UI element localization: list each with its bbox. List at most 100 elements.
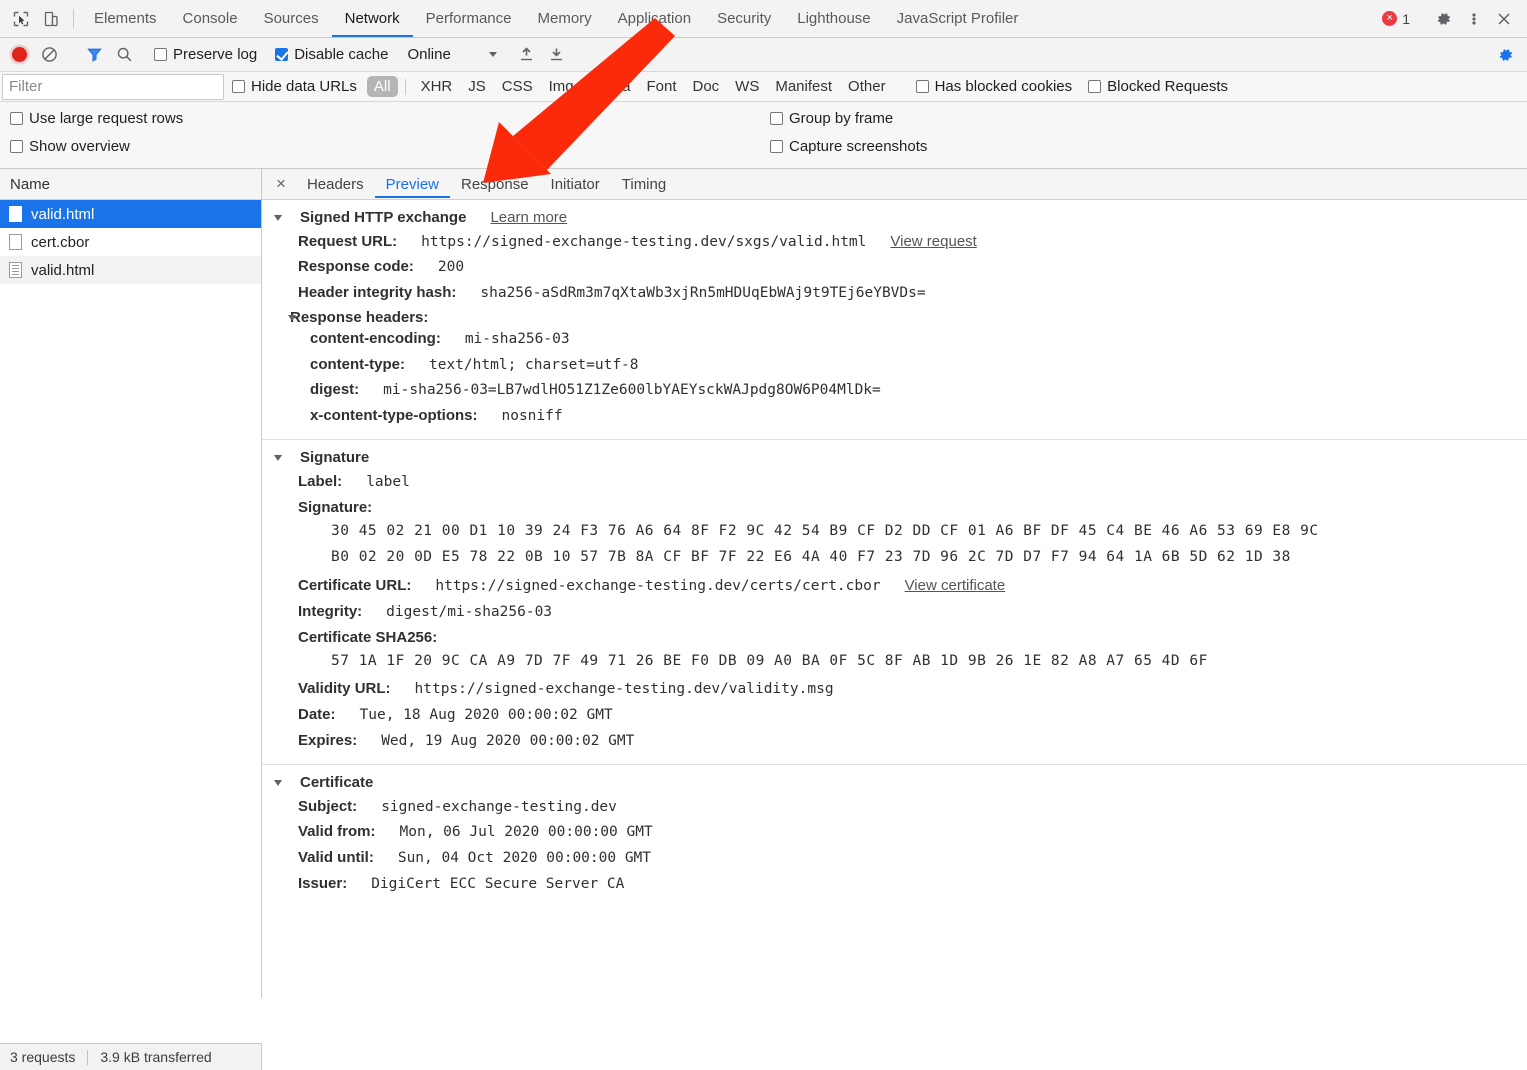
response-header-row: content-encoding: mi-sha256-03: [274, 326, 1527, 352]
chevron-down-icon[interactable]: [274, 780, 282, 786]
filter-funnel-icon[interactable]: [79, 46, 109, 63]
response-code-key: Response code:: [298, 258, 414, 277]
type-filter-js[interactable]: JS: [460, 76, 494, 97]
show-overview-checkbox[interactable]: Show overview: [10, 138, 770, 155]
tab-lighthouse[interactable]: Lighthouse: [784, 0, 883, 37]
type-filter-media[interactable]: Media: [582, 76, 639, 97]
type-filter-css[interactable]: CSS: [494, 76, 541, 97]
chevron-down-icon[interactable]: [274, 215, 282, 221]
blocked-requests-box: [1088, 80, 1101, 93]
table-row[interactable]: valid.html: [0, 256, 261, 284]
disable-cache-checkbox[interactable]: Disable cache: [275, 46, 388, 63]
tab-preview[interactable]: Preview: [375, 171, 450, 198]
close-icon[interactable]: ×: [272, 175, 296, 194]
expires-key: Expires:: [298, 732, 357, 751]
clear-network-log-icon[interactable]: [34, 46, 64, 63]
tab-network[interactable]: Network: [332, 0, 413, 37]
tab-javascript-profiler[interactable]: JavaScript Profiler: [884, 0, 1032, 37]
inspect-element-icon[interactable]: [6, 0, 36, 37]
network-toolbar: Preserve log Disable cache Online: [0, 38, 1527, 72]
tab-application[interactable]: Application: [605, 0, 704, 37]
response-header-row: digest: mi-sha256-03=LB7wdlHO51Z1Ze600lb…: [274, 378, 1527, 404]
filter-row: Hide data URLs All XHR JS CSS Img Media …: [0, 72, 1527, 102]
type-filter-all[interactable]: All: [367, 76, 398, 97]
type-filter-ws[interactable]: WS: [727, 76, 767, 97]
table-row[interactable]: cert.cbor: [0, 228, 261, 256]
tabstrip-right-controls: × 1: [1382, 0, 1527, 37]
use-large-request-rows-checkbox[interactable]: Use large request rows: [10, 110, 770, 127]
section-header: Signature: [274, 449, 1527, 466]
disable-cache-label: Disable cache: [294, 46, 388, 63]
has-blocked-cookies-label: Has blocked cookies: [935, 78, 1073, 95]
learn-more-link[interactable]: Learn more: [490, 209, 567, 226]
validity-url-key: Validity URL:: [298, 680, 391, 699]
issuer-key: Issuer:: [298, 875, 347, 894]
chevron-down-icon[interactable]: [288, 315, 296, 321]
close-icon[interactable]: [1489, 4, 1519, 34]
type-filter-divider: [405, 79, 406, 95]
device-toolbar-icon[interactable]: [36, 0, 66, 37]
group-by-frame-checkbox[interactable]: Group by frame: [770, 110, 927, 127]
type-filter-doc[interactable]: Doc: [684, 76, 727, 97]
transferred-label: 3.9 kB transferred: [100, 1049, 211, 1065]
show-overview-label: Show overview: [29, 138, 130, 155]
filter-input[interactable]: [2, 74, 224, 100]
document-icon: [9, 206, 22, 222]
show-overview-box: [10, 140, 23, 153]
gear-icon[interactable]: [1429, 4, 1459, 34]
request-name: valid.html: [31, 206, 94, 223]
tab-sources[interactable]: Sources: [251, 0, 332, 37]
valid-from-value: Mon, 06 Jul 2020 00:00:00 GMT: [400, 823, 653, 841]
tab-console[interactable]: Console: [170, 0, 251, 37]
request-url-value: https://signed-exchange-testing.dev/sxgs…: [421, 233, 866, 251]
preserve-log-box: [154, 48, 167, 61]
issuer-value: DigiCert ECC Secure Server CA: [371, 875, 624, 893]
error-count-badge[interactable]: × 1: [1382, 11, 1410, 27]
header-name: content-encoding:: [310, 330, 441, 349]
view-request-link[interactable]: View request: [890, 233, 976, 252]
header-value: mi-sha256-03: [465, 330, 570, 348]
disable-cache-box: [275, 48, 288, 61]
tab-memory[interactable]: Memory: [525, 0, 605, 37]
integrity-row: Integrity: digest/mi-sha256-03: [274, 599, 1527, 625]
hide-data-urls-checkbox[interactable]: Hide data URLs: [232, 78, 357, 95]
type-filter-other[interactable]: Other: [840, 76, 894, 97]
table-row[interactable]: valid.html: [0, 200, 261, 228]
expires-row: Expires: Wed, 19 Aug 2020 00:00:02 GMT: [274, 728, 1527, 754]
type-filter-font[interactable]: Font: [638, 76, 684, 97]
chevron-down-icon[interactable]: [274, 455, 282, 461]
response-code-value: 200: [438, 258, 464, 276]
network-toolbar-right: [1476, 40, 1521, 70]
type-filter-xhr[interactable]: XHR: [413, 76, 461, 97]
settings-column-left: Use large request rows Show overview: [10, 110, 770, 168]
network-throttling-select[interactable]: Online: [407, 46, 496, 63]
tab-performance[interactable]: Performance: [413, 0, 525, 37]
tab-timing[interactable]: Timing: [611, 171, 677, 198]
tab-headers[interactable]: Headers: [296, 171, 375, 198]
section-header: Certificate: [274, 774, 1527, 791]
has-blocked-cookies-checkbox[interactable]: Has blocked cookies: [916, 78, 1073, 95]
network-settings-gear-icon[interactable]: [1491, 40, 1521, 70]
export-har-icon[interactable]: [542, 46, 572, 63]
network-settings-pane: Use large request rows Show overview Gro…: [0, 102, 1527, 169]
integrity-key: Integrity:: [298, 603, 362, 622]
record-network-log-button[interactable]: [12, 47, 27, 62]
type-filter-manifest[interactable]: Manifest: [767, 76, 840, 97]
tab-response[interactable]: Response: [450, 171, 540, 198]
tab-security[interactable]: Security: [704, 0, 784, 37]
certificate-sha256-hex-line: 57 1A 1F 20 9C CA A9 7D 7F 49 71 26 BE F…: [274, 648, 1527, 675]
type-filter-img[interactable]: Img: [541, 76, 582, 97]
network-body-split: Name valid.html cert.cbor valid.html × H…: [0, 169, 1527, 998]
validity-url-value: https://signed-exchange-testing.dev/vali…: [415, 680, 834, 698]
blocked-requests-checkbox[interactable]: Blocked Requests: [1088, 78, 1228, 95]
more-options-icon[interactable]: [1459, 4, 1489, 34]
valid-until-key: Valid until:: [298, 849, 374, 868]
requests-column-header-name[interactable]: Name: [0, 169, 261, 200]
tab-initiator[interactable]: Initiator: [540, 171, 611, 198]
search-icon[interactable]: [109, 46, 139, 63]
view-certificate-link[interactable]: View certificate: [905, 577, 1006, 596]
preserve-log-checkbox[interactable]: Preserve log: [154, 46, 257, 63]
capture-screenshots-checkbox[interactable]: Capture screenshots: [770, 138, 927, 155]
tab-elements[interactable]: Elements: [81, 0, 170, 37]
import-har-icon[interactable]: [512, 46, 542, 63]
